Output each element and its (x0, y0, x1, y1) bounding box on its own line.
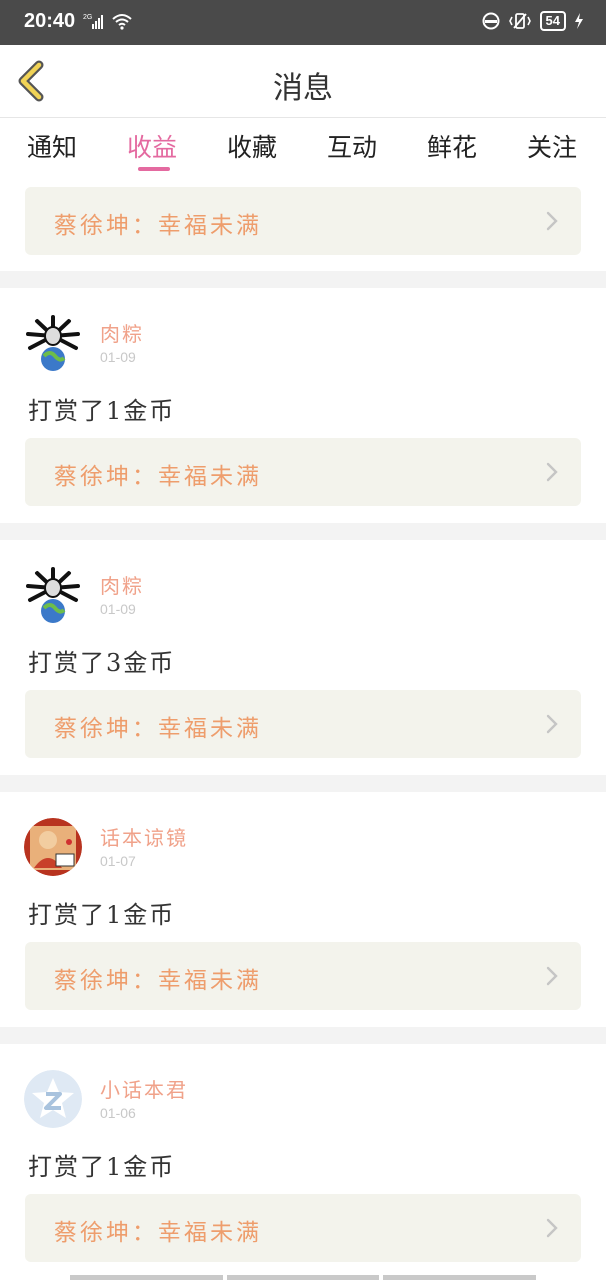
message-card: 话本谅镜 01-07 打赏了1金币 蔡徐坤：幸福未满 (0, 792, 606, 1027)
chevron-right-icon (546, 714, 558, 734)
message-card: 小话本君 01-06 打赏了1金币 蔡徐坤：幸福未满 (0, 1044, 606, 1280)
bottom-tab-strip (70, 1275, 537, 1280)
status-left-icons: 2G (83, 12, 133, 30)
message-card: 肉粽 01-09 打赏了3金币 蔡徐坤：幸福未满 (0, 540, 606, 775)
story-link-text: 蔡徐坤：幸福未满 (54, 213, 262, 239)
message-text: 打赏了3金币 (28, 649, 176, 677)
story-link[interactable]: 蔡徐坤：幸福未满 (25, 1194, 581, 1262)
tab-flowers[interactable]: 鲜花 (427, 128, 477, 164)
dnd-icon (482, 12, 500, 30)
story-link-text: 蔡徐坤：幸福未满 (54, 968, 262, 994)
reaper-avatar[interactable] (24, 314, 82, 372)
message-date: 01-09 (100, 349, 136, 365)
chevron-right-icon (546, 966, 558, 986)
status-right-icons: 54 (482, 11, 584, 31)
chevron-right-icon (546, 1218, 558, 1238)
message-feed[interactable]: 蔡徐坤：幸福未满 肉粽 01-09 打赏了1金币 蔡徐坤：幸福未满 肉粽 01-… (0, 173, 606, 1280)
story-link-text: 蔡徐坤：幸福未满 (54, 1220, 262, 1246)
sender-name[interactable]: 肉粽 (100, 570, 144, 599)
reaper-avatar[interactable] (24, 566, 82, 624)
bottom-strip-segment (383, 1275, 537, 1280)
tab-bar: 通知 收益 收藏 互动 鲜花 关注 (0, 118, 606, 173)
story-link[interactable]: 蔡徐坤：幸福未满 (25, 187, 581, 255)
wifi-icon (112, 14, 132, 30)
message-date: 01-09 (100, 601, 136, 617)
message-date: 01-06 (100, 1105, 136, 1121)
message-text: 打赏了1金币 (28, 397, 176, 425)
monk-avatar[interactable] (24, 818, 82, 876)
bottom-strip-segment (70, 1275, 223, 1280)
tab-favorites[interactable]: 收藏 (227, 128, 277, 164)
tab-following[interactable]: 关注 (527, 128, 577, 164)
message-date: 01-07 (100, 853, 136, 869)
tab-notice[interactable]: 通知 (27, 128, 77, 164)
signal-type-label: 2G (83, 14, 92, 21)
status-time: 20:40 (24, 10, 76, 32)
sender-name[interactable]: 小话本君 (100, 1074, 188, 1103)
sender-name[interactable]: 话本谅镜 (100, 822, 188, 851)
message-text: 打赏了1金币 (28, 1153, 176, 1181)
battery-indicator: 54 (539, 11, 566, 31)
charging-icon (575, 13, 583, 29)
story-link[interactable]: 蔡徐坤：幸福未满 (25, 942, 581, 1010)
z-logo-avatar[interactable] (24, 1070, 82, 1128)
chevron-right-icon (546, 211, 558, 231)
header: 消息 (0, 45, 606, 118)
story-link-text: 蔡徐坤：幸福未满 (54, 716, 262, 742)
active-tab-indicator (138, 167, 170, 171)
tab-interaction[interactable]: 互动 (327, 128, 377, 164)
status-bar: 20:40 2G 54 (0, 0, 606, 45)
page-title: 消息 (273, 71, 333, 106)
sender-name[interactable]: 肉粽 (100, 318, 144, 347)
story-link[interactable]: 蔡徐坤：幸福未满 (25, 438, 581, 506)
story-link[interactable]: 蔡徐坤：幸福未满 (25, 690, 581, 758)
bottom-strip-segment (226, 1275, 380, 1280)
message-text: 打赏了1金币 (28, 901, 176, 929)
vibrate-icon (508, 13, 531, 29)
signal-icon: 2G (83, 14, 103, 29)
message-card-partial: 蔡徐坤：幸福未满 (0, 173, 606, 271)
message-card: 肉粽 01-09 打赏了1金币 蔡徐坤：幸福未满 (0, 288, 606, 523)
story-link-text: 蔡徐坤：幸福未满 (54, 464, 262, 490)
tab-earnings[interactable]: 收益 (127, 128, 177, 164)
chevron-right-icon (546, 462, 558, 482)
